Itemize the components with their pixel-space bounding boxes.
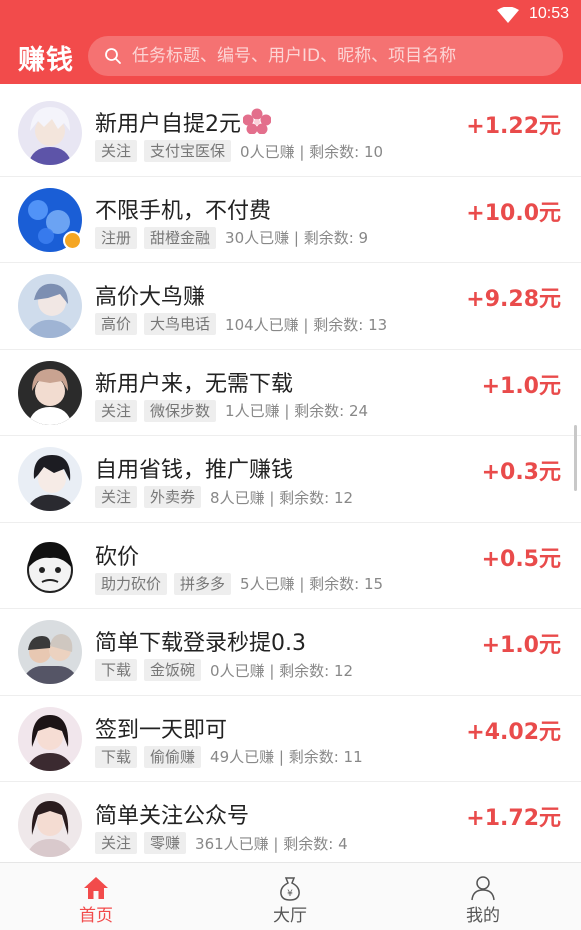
- task-project-tag: 金饭碗: [144, 659, 202, 681]
- task-item[interactable]: 新用户来，无需下载 关注 微保步数 1人已赚 | 剩余数: 24 +1.0元: [0, 349, 581, 436]
- task-title: 新用户自提2元: [95, 106, 271, 138]
- task-tags: 下载 偷偷赚 49人已赚 | 剩余数: 11: [95, 745, 363, 768]
- task-title: 砍价: [95, 544, 140, 570]
- nav-item-hall[interactable]: ¥ 大厅: [230, 863, 350, 930]
- task-stats: 0人已赚 | 剩余数: 10: [240, 142, 384, 161]
- task-tags: 关注 支付宝医保 0人已赚 | 剩余数: 10: [95, 140, 383, 162]
- task-tags: 关注 零赚 361人已赚 | 剩余数: 4: [95, 832, 348, 854]
- task-stats: 30人已赚 | 剩余数: 9: [225, 229, 369, 247]
- task-reward: +0.5元: [481, 546, 561, 572]
- task-stats: 361人已赚 | 剩余数: 4: [195, 834, 348, 853]
- task-item[interactable]: 高价大鸟赚 高价 大鸟电话 104人已赚 | 剩余数: 13 +9.28元: [0, 263, 581, 350]
- task-tags: 注册 甜橙金融 30人已赚 | 剩余数: 9: [95, 226, 369, 249]
- task-item[interactable]: 签到一天即可 下载 偷偷赚 49人已赚 | 剩余数: 11 +4.02元: [0, 695, 581, 782]
- task-stats: 5人已赚 | 剩余数: 15: [240, 575, 384, 593]
- nav-label-hall: 大厅: [273, 906, 307, 926]
- task-project-tag: 支付宝医保: [144, 140, 232, 162]
- task-stats: 104人已赚 | 剩余数: 13: [225, 315, 388, 334]
- task-project-tag: 零赚: [144, 832, 187, 854]
- nav-label-home: 首页: [79, 906, 113, 926]
- task-reward: +1.22元: [466, 114, 561, 139]
- task-type-tag: 关注: [95, 140, 138, 162]
- task-stats: 8人已赚 | 剩余数: 12: [210, 488, 354, 507]
- task-tags: 助力砍价 拼多多 5人已赚 | 剩余数: 15: [95, 572, 384, 595]
- task-item[interactable]: 简单关注公众号 关注 零赚 361人已赚 | 剩余数: 4 +1.72元: [0, 782, 581, 860]
- task-title: 签到一天即可: [95, 717, 228, 743]
- task-tags: 高价 大鸟电话 104人已赚 | 剩余数: 13: [95, 313, 387, 335]
- task-type-tag: 下载: [95, 745, 138, 768]
- task-stats: 49人已赚 | 剩余数: 11: [210, 748, 363, 766]
- task-tags: 关注 外卖券 8人已赚 | 剩余数: 12: [95, 486, 353, 508]
- task-title: 新用户来，无需下载: [95, 371, 294, 397]
- task-type-tag: 下载: [95, 659, 138, 681]
- task-reward: +10.0元: [466, 200, 561, 226]
- task-stats: 0人已赚 | 剩余数: 12: [210, 661, 354, 680]
- status-bar: 10:53: [0, 0, 581, 30]
- task-title: 不限手机，不付费: [95, 198, 272, 224]
- task-stats: 1人已赚 | 剩余数: 24: [225, 402, 369, 420]
- task-type-tag: 关注: [95, 832, 138, 854]
- bottom-nav: 首页 ¥ 大厅 我的: [0, 862, 581, 930]
- task-title: 高价大鸟赚: [95, 285, 206, 310]
- task-type-tag: 注册: [95, 226, 138, 249]
- search-icon: [105, 48, 121, 64]
- task-reward: +4.02元: [466, 719, 561, 745]
- task-type-tag: 关注: [95, 486, 138, 508]
- nav-item-mine[interactable]: 我的: [423, 863, 543, 930]
- task-project-tag: 大鸟电话: [144, 313, 217, 335]
- nav-label-mine: 我的: [466, 906, 500, 926]
- flower-icon: [243, 108, 271, 134]
- status-time: 10:53: [528, 5, 569, 22]
- task-item[interactable]: 简单下载登录秒提0.3 下载 金饭碗 0人已赚 | 剩余数: 12 +1.0元: [0, 609, 581, 696]
- task-project-tag: 甜橙金融: [144, 226, 217, 249]
- task-item[interactable]: 砍价 助力砍价 拼多多 5人已赚 | 剩余数: 15 +0.5元: [0, 522, 581, 609]
- avatar: [18, 706, 82, 771]
- task-reward: +1.0元: [481, 373, 561, 399]
- task-list[interactable]: 新用户自提2元 关注 支付宝医保 0人已赚 | 剩余数: 10 +1.22元 不…: [0, 90, 581, 860]
- search-input[interactable]: [132, 36, 552, 76]
- avatar: [18, 793, 82, 857]
- task-project-tag: 微保步数: [144, 399, 217, 422]
- task-reward: +9.28元: [466, 287, 561, 312]
- home-icon: [84, 877, 108, 899]
- avatar: [18, 620, 82, 684]
- task-project-tag: 拼多多: [174, 572, 232, 595]
- avatar: [18, 274, 82, 338]
- task-type-tag: 关注: [95, 399, 138, 422]
- avatar: [18, 447, 82, 511]
- avatar: [18, 360, 82, 425]
- task-tags: 关注 微保步数 1人已赚 | 剩余数: 24: [95, 399, 369, 422]
- task-reward: +1.0元: [481, 633, 561, 658]
- avatar: [18, 533, 82, 598]
- avatar: [18, 101, 82, 165]
- task-tags: 下载 金饭碗 0人已赚 | 剩余数: 12: [95, 659, 353, 681]
- task-project-tag: 偷偷赚: [144, 745, 202, 768]
- task-title: 简单下载登录秒提0.3: [95, 631, 306, 656]
- app-bar: 赚钱: [0, 30, 581, 84]
- nav-item-home[interactable]: 首页: [36, 863, 156, 930]
- task-reward: +1.72元: [466, 806, 561, 831]
- task-project-tag: 外卖券: [144, 486, 202, 508]
- task-title: 自用省钱，推广赚钱: [95, 458, 294, 483]
- task-reward: +0.3元: [481, 460, 561, 485]
- money-bag-icon: ¥: [280, 877, 300, 901]
- wifi-icon: [497, 7, 519, 23]
- task-title: 简单关注公众号: [95, 804, 250, 829]
- task-type-tag: 高价: [95, 313, 138, 335]
- task-item[interactable]: 自用省钱，推广赚钱 关注 外卖券 8人已赚 | 剩余数: 12 +0.3元: [0, 436, 581, 523]
- svg-text:¥: ¥: [287, 889, 293, 899]
- person-icon: [471, 876, 495, 901]
- task-type-tag: 助力砍价: [95, 572, 168, 595]
- app-title: 赚钱: [18, 45, 74, 76]
- vip-badge-icon: [63, 230, 82, 250]
- task-item[interactable]: 不限手机，不付费 注册 甜橙金融 30人已赚 | 剩余数: 9 +10.0元: [0, 176, 581, 263]
- scrollbar[interactable]: [574, 425, 577, 491]
- task-item[interactable]: 新用户自提2元 关注 支付宝医保 0人已赚 | 剩余数: 10 +1.22元: [0, 90, 581, 177]
- search-box[interactable]: [88, 36, 563, 76]
